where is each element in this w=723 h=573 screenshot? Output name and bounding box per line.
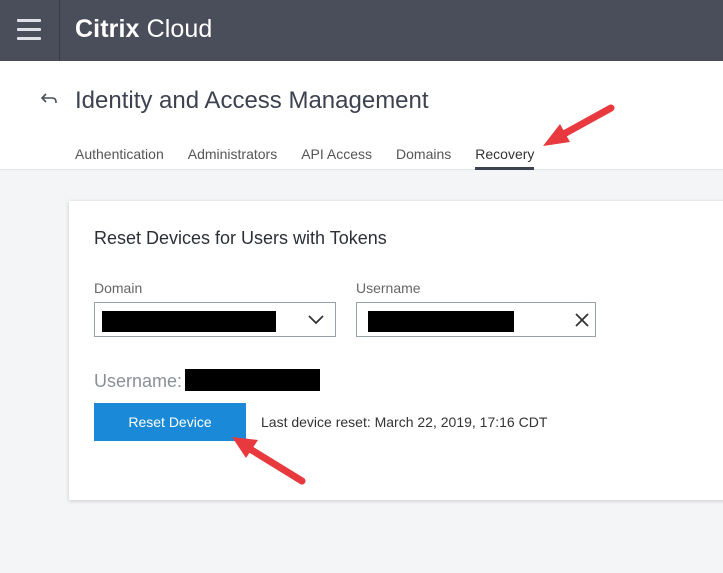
redacted-username-value (368, 311, 514, 332)
reset-devices-card: Reset Devices for Users with Tokens Doma… (69, 201, 723, 500)
domain-select[interactable] (94, 302, 336, 337)
tab-bar: Authentication Administrators API Access… (75, 146, 558, 170)
close-icon[interactable] (573, 311, 591, 329)
card-title: Reset Devices for Users with Tokens (94, 228, 387, 248)
redacted-selected-username (185, 369, 320, 391)
last-reset-text: Last device reset: March 22, 2019, 17:16… (261, 414, 548, 430)
tab-authentication[interactable]: Authentication (75, 146, 164, 170)
brand-logo[interactable]: Citrix Cloud (75, 15, 212, 44)
page-header: Identity and Access Management Authentic… (0, 61, 723, 170)
selected-username-label: Username: (94, 371, 183, 391)
tab-domains[interactable]: Domains (396, 146, 451, 170)
back-arrow-icon[interactable] (40, 89, 60, 109)
username-input[interactable] (356, 302, 596, 337)
brand-name-light: Cloud (146, 15, 213, 43)
tab-administrators[interactable]: Administrators (188, 146, 277, 170)
redacted-domain-value (102, 311, 276, 332)
tab-recovery[interactable]: Recovery (475, 146, 535, 170)
topbar-divider (59, 0, 60, 61)
hamburger-icon[interactable] (17, 19, 41, 41)
brand-name-bold: Citrix (75, 15, 140, 43)
tab-api-access[interactable]: API Access (301, 146, 372, 170)
domain-label: Domain (94, 280, 143, 296)
username-label: Username (356, 280, 421, 296)
page-title: Identity and Access Management (75, 87, 429, 114)
chevron-down-icon (308, 315, 324, 325)
top-bar: Citrix Cloud (0, 0, 723, 61)
reset-device-button[interactable]: Reset Device (94, 403, 246, 441)
